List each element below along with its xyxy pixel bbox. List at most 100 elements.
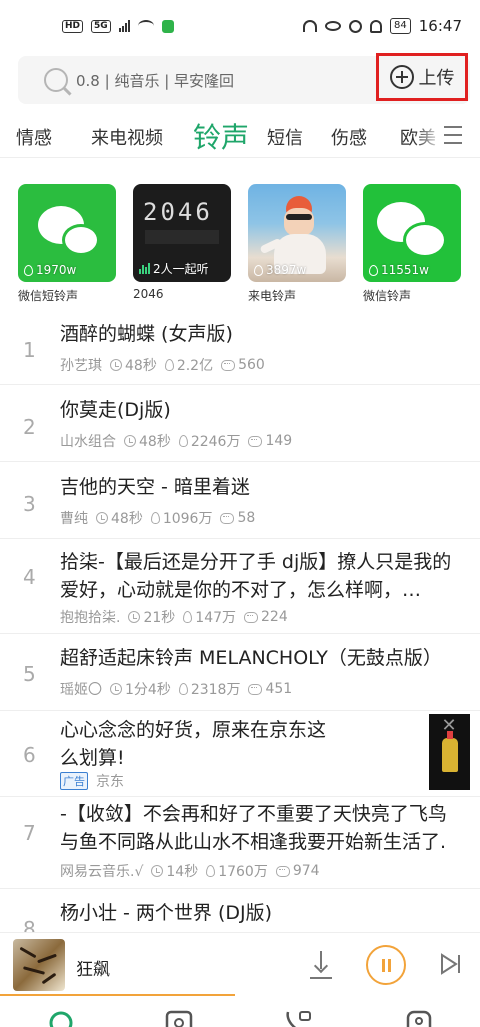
ad-title: 心心念念的好货，原来在京东这么划算!: [60, 719, 327, 769]
flame-icon: [150, 512, 160, 524]
plus-circle-icon: [389, 65, 414, 89]
ad-badge: 广告: [60, 772, 88, 790]
song-meta: 网易云音乐.√ 14秒 1760万 974: [60, 861, 320, 881]
flame-icon: [164, 359, 174, 371]
ad-row[interactable]: 6 心心念念的好货，原来在京东这么划算! 广告 京东: [0, 711, 480, 797]
song-row-7[interactable]: 7 -【收敛】不会再和好了不重要了天快亮了飞鸟与鱼不同路从此山水不相逢我要开始新…: [0, 797, 480, 889]
song-comments: 560: [238, 357, 265, 373]
comment-icon: [275, 865, 290, 877]
song-rank: 7: [23, 821, 36, 845]
fire-icon: [254, 264, 263, 276]
card-listeners: 2人一起听: [139, 260, 209, 277]
tab-emotion[interactable]: 情感: [16, 124, 52, 150]
pause-button[interactable]: [366, 945, 406, 985]
song-rank: 6: [23, 743, 36, 767]
status-bar: HD 5G ​ 84 16:47: [0, 0, 480, 52]
song-meta: 孙艺琪 48秒 2.2亿 560: [60, 355, 265, 375]
home-nav-icon[interactable]: [46, 1008, 76, 1027]
mute-bell-icon: [370, 19, 383, 33]
girl-photo-image: 3897w: [248, 184, 346, 282]
song-rank: 3: [23, 492, 36, 516]
search-icon: [44, 68, 68, 92]
song-meta: 瑶姬〇 1分4秒 2318万 451: [60, 679, 292, 699]
song-rank: 2: [23, 415, 36, 439]
film-title-text: 2046: [143, 198, 213, 226]
card-call-ringtone[interactable]: 3897w 来电铃声: [248, 184, 346, 304]
song-meta: 曹纯 48秒 1096万 58: [60, 508, 255, 528]
card-play-count: 1970w: [24, 263, 76, 277]
song-comments: 451: [265, 681, 293, 697]
equalizer-icon: [139, 263, 150, 274]
mini-player[interactable]: 狂飙: [0, 932, 480, 996]
fire-icon: [24, 264, 33, 276]
song-plays: 2246万: [190, 434, 241, 450]
flame-icon: [183, 611, 193, 623]
headphones-icon: [303, 20, 318, 32]
song-comments: 58: [237, 510, 256, 526]
song-title: -【收敛】不会再和好了不重要了天快亮了飞鸟与鱼不同路从此山水不相逢我要开始新生活…: [60, 803, 447, 853]
flame-icon: [206, 865, 216, 877]
clock-icon: [110, 683, 122, 695]
flame-icon: [178, 683, 188, 695]
player-title: 狂飙: [76, 960, 110, 980]
tab-call-video[interactable]: 来电视频: [91, 124, 163, 150]
song-duration: 14秒: [166, 864, 199, 880]
tab-ringtone[interactable]: 铃声: [193, 116, 249, 156]
song-row-4[interactable]: 4 拾柒-【最后还是分开了手 dj版】撩人只是我的爱好，心动就是你的不对了，怎么…: [0, 539, 480, 634]
profile-nav-icon[interactable]: [404, 1008, 434, 1027]
hd-indicator: HD: [62, 19, 84, 33]
song-title: 杨小壮 - 两个世界 (DJ版): [60, 902, 273, 924]
ad-meta: 广告 京东: [60, 771, 124, 791]
song-artist: 曹纯: [60, 511, 88, 527]
comment-icon: [221, 359, 236, 371]
film-still-image: 2046 2人一起听: [133, 184, 231, 282]
call-nav-icon[interactable]: [282, 1008, 312, 1027]
song-row-3[interactable]: 3 吉他的天空 - 暗里着迷 曹纯 48秒 1096万 58: [0, 462, 480, 539]
download-icon[interactable]: [310, 951, 332, 979]
tab-sms[interactable]: 短信: [267, 124, 303, 150]
clock-icon: [151, 865, 164, 877]
comment-icon: [248, 683, 263, 695]
card-2046[interactable]: 2046 2人一起听 2046: [133, 184, 231, 301]
song-meta: 抱抱拾柒. 21秒 147万 224: [60, 607, 288, 627]
album-cover-image[interactable]: [13, 939, 65, 991]
song-row-8[interactable]: 8 杨小壮 - 两个世界 (DJ版): [0, 889, 480, 941]
song-row-2[interactable]: 2 你莫走(Dj版) 山水组合 48秒 2246万 149: [0, 385, 480, 462]
eye-icon: [325, 21, 342, 31]
clock-icon: [128, 611, 141, 623]
song-rank: 4: [23, 565, 36, 589]
clock-icon: [124, 435, 136, 447]
song-rank: 1: [23, 338, 36, 362]
clock-time: 16:47: [418, 17, 462, 35]
clock-icon: [110, 359, 122, 371]
card-label: 微信短铃声: [18, 289, 79, 303]
battery-indicator: 84: [390, 18, 411, 34]
wechat-logo-image: 11551w: [363, 184, 461, 282]
next-track-icon[interactable]: [440, 953, 462, 975]
song-artist: 山水组合: [60, 434, 116, 450]
video-nav-icon[interactable]: [164, 1008, 194, 1027]
song-row-1[interactable]: 1 酒醉的蝴蝶 (女声版) 孙艺琪 48秒 2.2亿 560: [0, 308, 480, 385]
song-comments: 149: [265, 433, 293, 449]
song-artist: 抱抱拾柒.: [60, 610, 121, 626]
card-wechat-ringtone[interactable]: 11551w 微信铃声: [363, 184, 461, 304]
song-row-5[interactable]: 5 超舒适起床铃声 MELANCHOLY（无鼓点版） 瑶姬〇 1分4秒 2318…: [0, 634, 480, 711]
song-comments: 224: [261, 609, 288, 625]
ad-image[interactable]: ✕: [429, 714, 470, 790]
tab-sad[interactable]: 伤感: [331, 124, 367, 150]
song-duration: 48秒: [139, 434, 171, 450]
alarm-icon: [349, 19, 363, 33]
song-artist: 瑶姬〇: [60, 682, 102, 698]
song-title: 拾柒-【最后还是分开了手 dj版】撩人只是我的爱好，心动就是你的不对了，怎么样啊…: [60, 551, 452, 601]
film-still-detail: [145, 230, 219, 244]
song-duration: 48秒: [111, 511, 143, 527]
card-play-count: 3897w: [254, 263, 306, 277]
clock-icon: [96, 512, 108, 524]
category-tabs: 情感 来电视频 铃声 短信 伤感 欧美: [0, 112, 480, 158]
card-wechat-short[interactable]: 1970w 微信短铃声: [18, 184, 116, 304]
tab-menu-icon[interactable]: [444, 126, 462, 144]
song-plays: 2.2亿: [176, 358, 214, 374]
status-right: 84 16:47: [303, 17, 462, 35]
tab-fade: [414, 112, 444, 157]
upload-button[interactable]: 上传: [376, 53, 468, 101]
